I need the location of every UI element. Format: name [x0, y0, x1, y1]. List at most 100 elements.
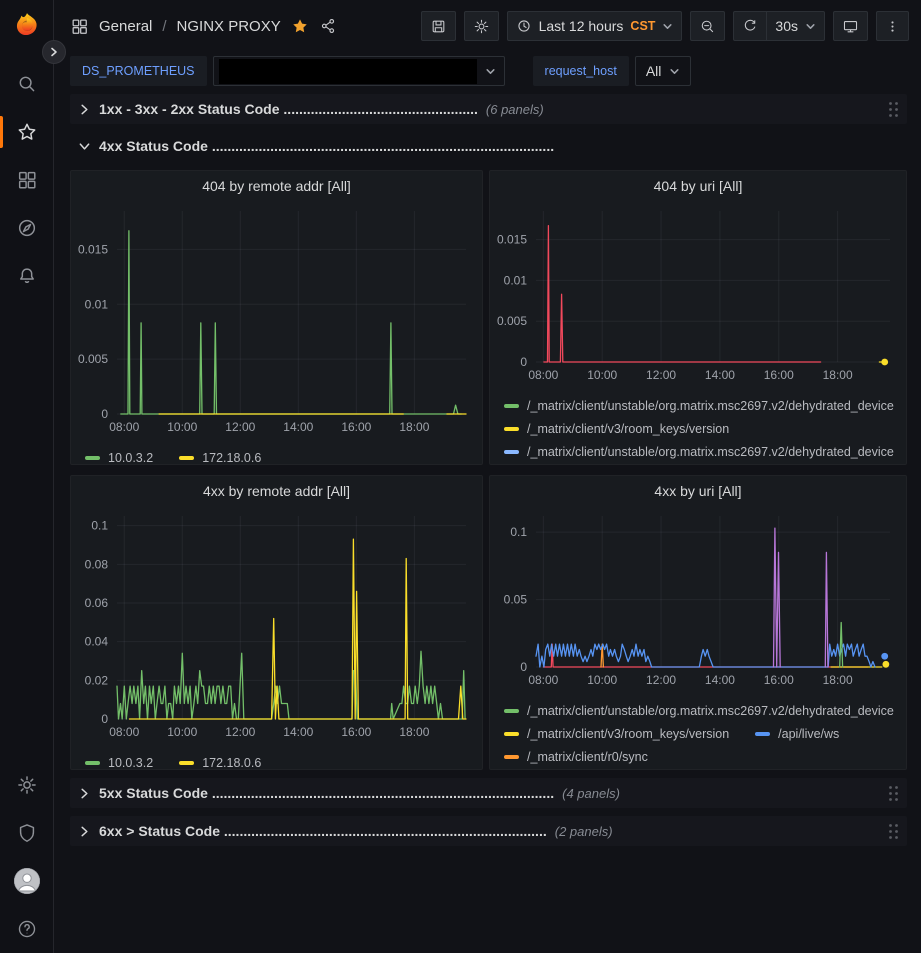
drag-dots-icon — [888, 101, 899, 118]
legend-item[interactable]: /_matrix/client/unstable/org.matrix.msc2… — [504, 445, 894, 459]
dashboard-settings-button[interactable] — [464, 11, 499, 41]
svg-text:0.015: 0.015 — [78, 242, 108, 256]
legend-item[interactable]: /_matrix/client/v3/room_keys/version — [504, 727, 729, 741]
panel-title[interactable]: 404 by uri [All] — [490, 171, 906, 201]
legend-label: /_matrix/client/unstable/org.matrix.msc2… — [527, 445, 894, 459]
sidebar-item-dashboards[interactable] — [0, 156, 54, 204]
gear-icon — [473, 18, 490, 35]
breadcrumb-section[interactable]: General — [99, 18, 152, 35]
grafana-app: General / NGINX PROXY — [0, 0, 921, 953]
time-series-chart[interactable]: 00.020.040.060.080.108:0010:0012:0014:00… — [71, 506, 482, 746]
zoom-out-button[interactable] — [690, 11, 725, 41]
grafana-logo[interactable] — [12, 10, 42, 40]
time-series-chart[interactable]: 00.0050.010.01508:0010:0012:0014:0016:00… — [71, 201, 482, 441]
row-panel-count: (2 panels) — [555, 824, 613, 839]
chevron-down-icon — [485, 66, 496, 77]
legend-row: /_matrix/client/unstable/org.matrix.msc2… — [504, 440, 906, 463]
legend-item[interactable]: /_matrix/client/unstable/org.matrix.msc2… — [504, 399, 894, 413]
kebab-menu-button[interactable] — [876, 11, 909, 41]
panel-title[interactable]: 4xx by remote addr [All] — [71, 476, 482, 506]
legend-item[interactable]: 172.18.0.6 — [179, 756, 261, 770]
sidebar-item-configuration[interactable] — [0, 761, 54, 809]
row-drag-handle[interactable] — [888, 101, 899, 118]
cycle-view-mode-button[interactable] — [833, 11, 868, 41]
row-title: 5xx Status Code ........................… — [99, 785, 554, 801]
svg-text:14:00: 14:00 — [283, 420, 313, 434]
chart-legend: /_matrix/client/unstable/org.matrix.msc2… — [490, 389, 906, 464]
svg-text:0.005: 0.005 — [78, 352, 108, 366]
legend-item[interactable]: /api/live/ws — [755, 727, 839, 741]
svg-text:0.1: 0.1 — [510, 525, 527, 539]
refresh-button[interactable] — [733, 11, 767, 41]
legend-item[interactable]: /_matrix/client/v3/room_keys/version — [504, 422, 729, 436]
chevron-right-icon — [49, 47, 59, 57]
legend-item[interactable]: 172.18.0.6 — [179, 451, 261, 465]
legend-item[interactable]: 10.0.3.2 — [85, 451, 153, 465]
sidebar-expand-button[interactable] — [42, 40, 66, 64]
legend-label: /_matrix/client/v3/room_keys/version — [527, 727, 729, 741]
sidebar-item-alerting[interactable] — [0, 252, 54, 300]
legend-label: /_matrix/client/v3/room_keys/version — [527, 422, 729, 436]
sidebar-item-search[interactable] — [0, 60, 54, 108]
row-drag-handle[interactable] — [888, 785, 899, 802]
panel-4xx-by-remote-addr: 4xx by remote addr [All] 00.020.040.060.… — [70, 475, 483, 770]
sidebar-item-explore[interactable] — [0, 204, 54, 252]
legend-swatch-icon — [755, 732, 770, 736]
dashboard-row-1xx-2xx-3xx[interactable]: 1xx - 3xx - 2xx Status Code ............… — [70, 94, 907, 124]
sidebar-item-help[interactable] — [0, 905, 54, 953]
svg-text:16:00: 16:00 — [764, 673, 794, 687]
sidebar-item-starred[interactable] — [0, 108, 54, 156]
legend-row: /_matrix/client/v3/room_keys/version — [504, 417, 906, 440]
legend-row: /_matrix/client/unstable/org.matrix.msc2… — [504, 768, 906, 769]
variable-select-ds-prometheus[interactable] — [213, 56, 505, 86]
panels-grid: 404 by remote addr [All] 00.0050.010.015… — [70, 170, 907, 770]
legend-label: 172.18.0.6 — [202, 756, 261, 770]
legend-item[interactable]: 10.0.3.2 — [85, 756, 153, 770]
variable-label-request-host[interactable]: request_host — [533, 56, 629, 86]
svg-text:0.01: 0.01 — [85, 297, 109, 311]
refresh-interval-picker[interactable]: 30s — [767, 11, 825, 41]
apps-grid-icon — [70, 17, 89, 36]
search-icon — [16, 73, 38, 95]
row-panel-count: (6 panels) — [486, 102, 544, 117]
variable-label-ds-prometheus[interactable]: DS_PROMETHEUS — [70, 56, 207, 86]
apps-grid-icon — [16, 169, 38, 191]
save-dashboard-button[interactable] — [421, 11, 456, 41]
share-icon[interactable] — [319, 17, 337, 35]
time-series-chart[interactable]: 00.0050.010.01508:0010:0012:0014:0016:00… — [490, 201, 906, 389]
time-series-chart[interactable]: 00.050.108:0010:0012:0014:0016:0018:00 — [490, 506, 906, 694]
legend-item[interactable]: /_matrix/client/unstable/org.matrix.msc2… — [504, 704, 894, 718]
panel-title[interactable]: 4xx by uri [All] — [490, 476, 906, 506]
svg-text:08:00: 08:00 — [109, 420, 139, 434]
svg-text:0.1: 0.1 — [91, 519, 108, 533]
legend-row: /_matrix/client/unstable/org.matrix.msc2… — [504, 394, 906, 417]
svg-text:08:00: 08:00 — [109, 725, 139, 739]
variable-select-request-host[interactable]: All — [635, 56, 692, 86]
clock-icon — [516, 18, 532, 34]
sidebar-item-profile[interactable] — [0, 857, 54, 905]
svg-text:14:00: 14:00 — [283, 725, 313, 739]
sidebar — [0, 0, 54, 953]
sidebar-item-server-admin[interactable] — [0, 809, 54, 857]
gear-icon — [16, 774, 38, 796]
panel-404-by-uri: 404 by uri [All] 00.0050.010.01508:0010:… — [489, 170, 907, 465]
zoom-out-icon — [699, 18, 716, 35]
dashboard-row-6xx[interactable]: 6xx > Status Code ......................… — [70, 816, 907, 846]
favorite-star-icon[interactable] — [291, 17, 309, 35]
svg-text:16:00: 16:00 — [341, 725, 371, 739]
refresh-icon — [742, 18, 758, 34]
dashboard-row-5xx[interactable]: 5xx Status Code ........................… — [70, 778, 907, 808]
svg-text:08:00: 08:00 — [528, 368, 558, 382]
row-drag-handle[interactable] — [888, 823, 899, 840]
refresh-button-group: 30s — [733, 11, 825, 41]
legend-item[interactable]: /_matrix/client/r0/sync — [504, 750, 648, 764]
legend-swatch-icon — [504, 427, 519, 431]
chart-legend: 10.0.3.2 172.18.0.6 — [71, 746, 482, 769]
chevron-right-icon — [78, 825, 91, 838]
panel-title[interactable]: 404 by remote addr [All] — [71, 171, 482, 201]
svg-text:10:00: 10:00 — [167, 420, 197, 434]
svg-text:10:00: 10:00 — [587, 673, 617, 687]
dashboard-row-4xx[interactable]: 4xx Status Code ........................… — [70, 132, 907, 160]
time-range-picker[interactable]: Last 12 hours CST — [507, 11, 683, 41]
legend-label: /_matrix/client/r0/sync — [527, 750, 648, 764]
